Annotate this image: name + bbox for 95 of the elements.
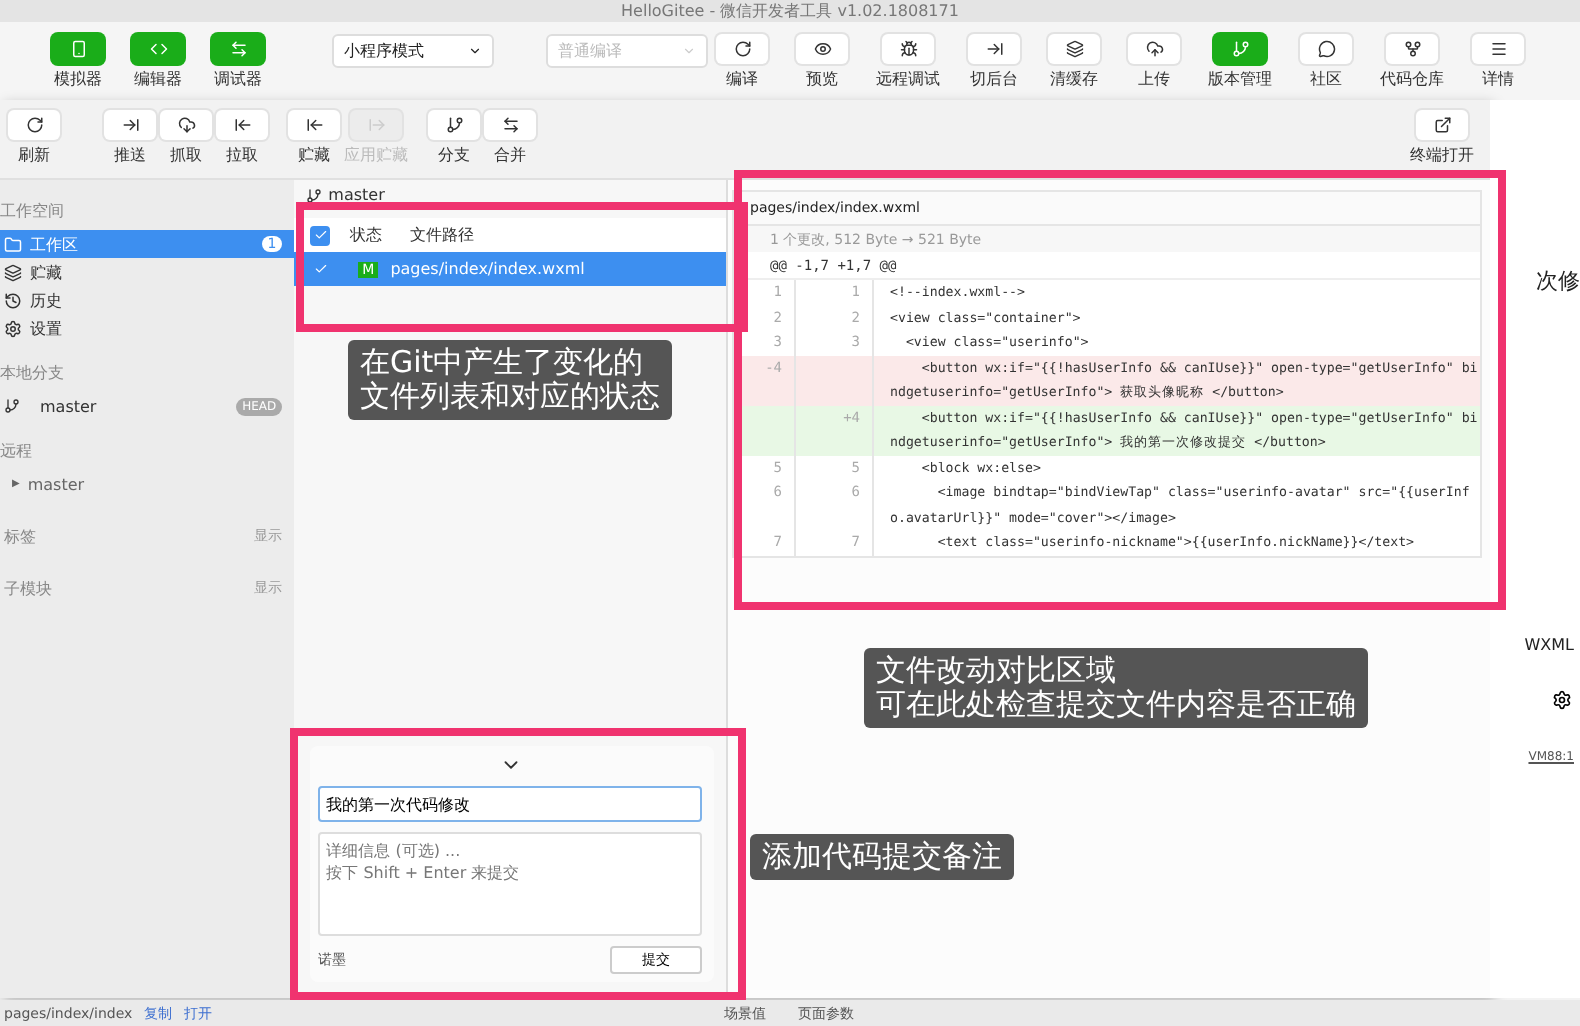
toolbar-button[interactable] (428, 110, 480, 140)
external-link-icon (1433, 116, 1451, 134)
refresh-icon (25, 116, 43, 134)
section-header: 远程 (0, 440, 34, 464)
toolbar-button[interactable] (1128, 34, 1180, 64)
toolbar-label: 切后台 (970, 68, 1018, 90)
toolbar-button[interactable] (160, 110, 212, 140)
panel-tab[interactable]: WXML (1524, 636, 1580, 654)
toolbar-label: 合并 (494, 144, 526, 166)
toolbar-button[interactable] (1472, 34, 1524, 64)
arrows-icon (229, 40, 247, 58)
remote-branch-name: master (27, 475, 85, 493)
arrow-to-line-icon (305, 116, 323, 134)
section-header: 本地分支 (0, 362, 66, 386)
toolbar-label: 代码仓库 (1380, 68, 1444, 90)
toolbar-label: 调试器 (214, 68, 262, 90)
toolbar-label: 预览 (806, 68, 838, 90)
toolbar-label: 上传 (1138, 68, 1170, 90)
toolbar-label: 拉取 (226, 144, 258, 166)
phone-icon (69, 40, 87, 58)
caret-icon (468, 44, 482, 58)
file-path: pages/index/index.wxml (390, 260, 585, 278)
toolbar-label: 详情 (1482, 68, 1514, 90)
summary-field[interactable]: 我的第一次代码修改 (318, 786, 702, 822)
fork-icon (1403, 40, 1421, 58)
toolbar-button[interactable] (484, 110, 536, 140)
toolbar-label: 推送 (114, 144, 146, 166)
toolbar-button[interactable] (716, 34, 768, 64)
toolbar-button[interactable] (1386, 34, 1438, 64)
annotation-text: 添加代码提交备注 (762, 840, 1002, 874)
refresh-icon (733, 40, 751, 58)
toolbar-button[interactable] (882, 34, 934, 64)
toolbar-label: 远程调试 (876, 68, 940, 90)
branch-icon (4, 398, 20, 414)
background-text: 次修 (1536, 266, 1580, 296)
toolbar-button[interactable] (1416, 110, 1468, 140)
toolbar-label: 分支 (438, 144, 470, 166)
toolbar-label: 终端打开 (1410, 144, 1474, 166)
annotation-text: 文件改动对比区域 (876, 654, 1118, 688)
clock-icon (4, 291, 22, 309)
toolbar-button[interactable] (796, 34, 848, 64)
layers-icon (1065, 40, 1083, 58)
section-header: 标签 (4, 525, 36, 547)
toolbar-label: 抓取 (170, 144, 202, 166)
annotation-text: 文件列表和对应的状态 (360, 380, 660, 414)
sidebar-item[interactable]: 设置 (0, 314, 295, 342)
annotation-text: 可在此处检查提交文件内容是否正确 (876, 688, 1356, 722)
branch-icon (306, 187, 323, 203)
column-header: 文件路径 (410, 224, 475, 246)
sidebar-item[interactable]: 历史 (0, 286, 295, 314)
toolbar-button[interactable] (216, 110, 268, 140)
section-header: 子模块 (4, 577, 52, 599)
bug-icon (899, 40, 917, 58)
arrow-from-line-icon (367, 116, 385, 134)
arrow-to-line-icon (985, 40, 1003, 58)
cloud-upload-icon (1145, 40, 1163, 58)
toolbar-button[interactable] (8, 110, 60, 140)
menu-icon (1489, 40, 1507, 58)
sidebar-item[interactable]: 贮藏 (0, 258, 295, 286)
checkbox[interactable] (310, 225, 331, 245)
branch-name: master (40, 397, 97, 415)
toolbar-button[interactable] (1048, 34, 1100, 64)
description-field[interactable]: 详细信息 (可选) ... 按下 Shift + Enter 来提交 (318, 832, 702, 936)
toolbar-label: 清缓存 (1050, 68, 1098, 90)
settings-icon (4, 319, 22, 337)
arrow-to-line-icon (233, 116, 251, 134)
settings-icon[interactable] (1552, 690, 1572, 710)
section-header: 工作空间 (0, 200, 66, 224)
toolbar-button[interactable] (104, 110, 156, 140)
toolbar-label: 版本管理 (1208, 68, 1272, 90)
caret-icon (682, 44, 696, 58)
layers-icon (4, 263, 22, 281)
chat-icon (1317, 40, 1335, 58)
toolbar-label: 模拟器 (54, 68, 102, 90)
annotation-text: 在Git中产生了变化的 (360, 346, 646, 380)
branch-icon (445, 116, 463, 134)
toolbar-label: 编译 (726, 68, 758, 90)
branch-name: master (328, 186, 385, 204)
toolbar-label: 贮藏 (298, 144, 330, 166)
toolbar-button[interactable] (1300, 34, 1352, 64)
code-icon (149, 40, 167, 58)
arrows-icon (501, 116, 519, 134)
branch-icon (1231, 40, 1249, 58)
toolbar-label: 刷新 (18, 144, 50, 166)
arrow-to-line-icon (121, 116, 139, 134)
column-header: 状态 (350, 224, 385, 246)
toolbar-button[interactable] (968, 34, 1020, 64)
folder-icon (4, 235, 22, 253)
toolbar-button[interactable] (288, 110, 340, 140)
mode-select[interactable]: 小程序模式 (332, 34, 494, 68)
toolbar-label: 社区 (1310, 68, 1342, 90)
window-title: HelloGitee - 微信开发者工具 v1.02.1808171 (621, 0, 959, 22)
cloud-download-icon (177, 116, 195, 134)
eye-icon (813, 40, 831, 58)
toolbar-label: 编辑器 (134, 68, 182, 90)
